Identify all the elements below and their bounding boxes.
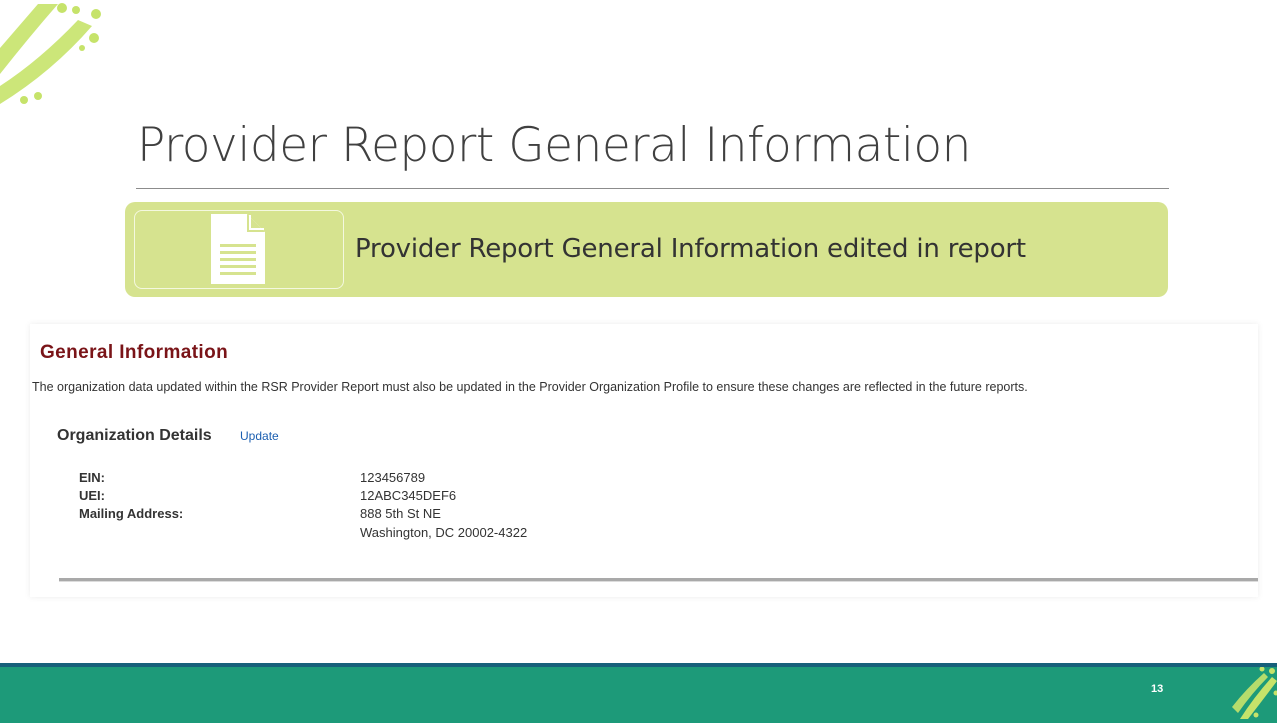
slide-title: Provider Report General Information (137, 118, 971, 173)
title-divider (136, 188, 1169, 189)
callout-text: Provider Report General Information edit… (355, 234, 1026, 264)
dotted-swoosh-footer-logo-icon (1232, 667, 1277, 719)
slide: Provider Report General Information Prov… (0, 0, 1277, 719)
uei-label: UEI: (79, 488, 105, 503)
organization-details-title: Organization Details (57, 427, 212, 445)
general-information-heading: General Information (40, 342, 228, 364)
embedded-screenshot: General Information The organization dat… (30, 324, 1258, 597)
page-number: 13 (1151, 683, 1163, 695)
uei-value: 12ABC345DEF6 (360, 488, 456, 503)
mailing-address-label: Mailing Address: (79, 506, 183, 521)
document-icon (207, 212, 269, 286)
general-information-description: The organization data updated within the… (32, 380, 1028, 394)
mailing-address-line1: 888 5th St NE (360, 506, 441, 521)
footer-bar: 13 (0, 663, 1277, 723)
update-link[interactable]: Update (240, 429, 279, 443)
ein-label: EIN: (79, 470, 105, 485)
callout-banner: Provider Report General Information edit… (125, 202, 1168, 297)
ein-value: 123456789 (360, 470, 425, 485)
mailing-address-line2: Washington, DC 20002-4322 (360, 525, 527, 540)
dotted-swoosh-logo-icon (0, 0, 120, 110)
section-divider (59, 578, 1258, 582)
callout-icon-box (134, 210, 344, 289)
